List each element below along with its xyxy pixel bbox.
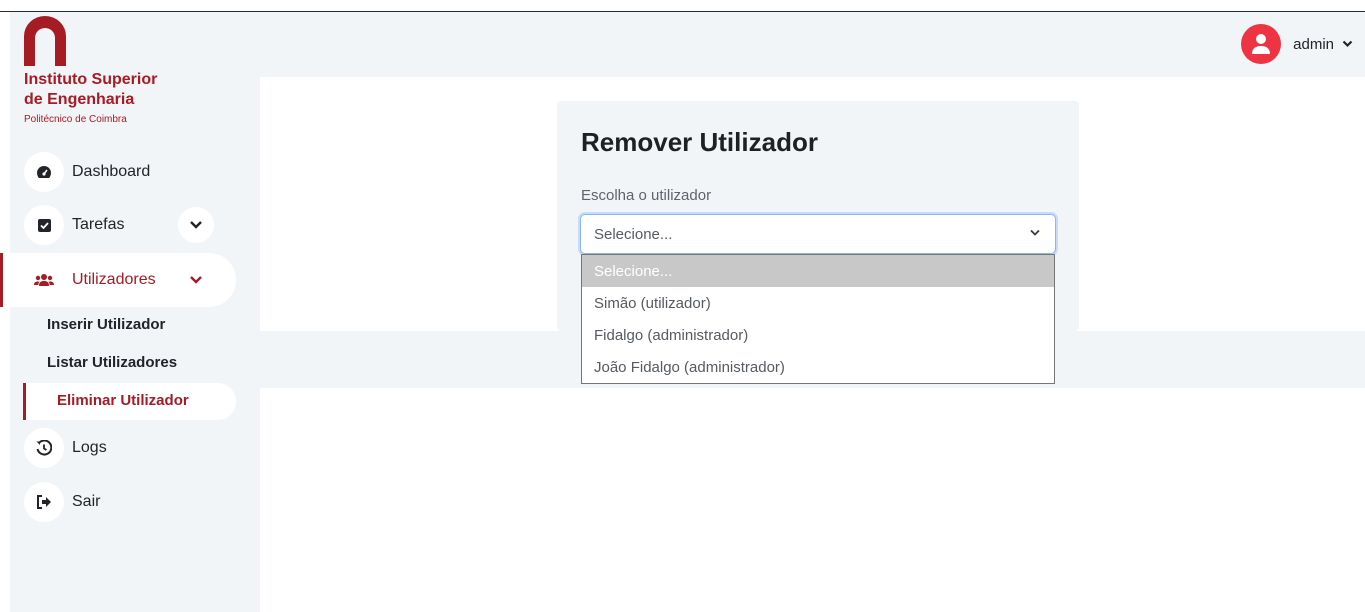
brand-name-line1: Instituto Superior [24, 71, 158, 88]
sidebar-item-label: Utilizadores [72, 271, 156, 288]
brand-subtitle: Politécnico de Coimbra [24, 114, 127, 125]
user-circle-icon [1241, 24, 1282, 64]
sidebar-item-label: Tarefas [72, 216, 125, 233]
sign-out-icon [24, 482, 64, 522]
chevron-down-icon [190, 276, 202, 284]
top-bar [260, 12, 1365, 77]
user-select[interactable]: Selecione... [580, 214, 1056, 254]
user-menu[interactable]: admin [1241, 24, 1353, 64]
page-title: Remover Utilizador [581, 127, 818, 157]
brand-name-line2: de Engenharia [24, 91, 135, 108]
dropdown-option[interactable]: Fidalgo (administrador) [582, 319, 1054, 351]
sidebar-item-tarefas[interactable]: Tarefas [24, 205, 124, 245]
dropdown-option[interactable]: Simão (utilizador) [582, 287, 1054, 319]
sidebar-item-utilizadores[interactable]: Utilizadores [24, 260, 156, 300]
chevron-down-icon [1030, 229, 1040, 236]
sidebar-item-label: Sair [72, 493, 101, 510]
user-select-label: Escolha o utilizador [581, 187, 712, 204]
sidebar-item-label: Dashboard [72, 163, 151, 180]
tarefas-expand-button[interactable] [178, 207, 214, 243]
history-icon [24, 428, 64, 468]
checkbox-icon [24, 205, 64, 245]
user-select-dropdown: Selecione... Simão (utilizador) Fidalgo … [581, 254, 1055, 384]
tachometer-icon [24, 152, 64, 192]
sidebar-subitem-inserir[interactable]: Inserir Utilizador [47, 316, 165, 333]
user-select-value: Selecione... [594, 225, 673, 243]
sidebar-item-dashboard[interactable]: Dashboard [24, 152, 150, 192]
chevron-down-icon [190, 221, 202, 229]
sidebar-item-label: Logs [72, 439, 107, 456]
chevron-down-icon [1342, 40, 1353, 48]
dropdown-option[interactable]: João Fidalgo (administrador) [582, 351, 1054, 383]
logo-arch-icon [24, 16, 66, 66]
sidebar-subitem-listar[interactable]: Listar Utilizadores [47, 354, 177, 371]
sidebar-item-logs[interactable]: Logs [24, 428, 107, 468]
sidebar-item-sair[interactable]: Sair [24, 482, 100, 522]
sidebar-subitem-eliminar[interactable]: Eliminar Utilizador [57, 392, 189, 409]
dropdown-option[interactable]: Selecione... [582, 255, 1054, 287]
users-icon [24, 260, 64, 300]
user-name: admin [1293, 35, 1334, 53]
utilizadores-expand-button[interactable] [178, 262, 214, 298]
